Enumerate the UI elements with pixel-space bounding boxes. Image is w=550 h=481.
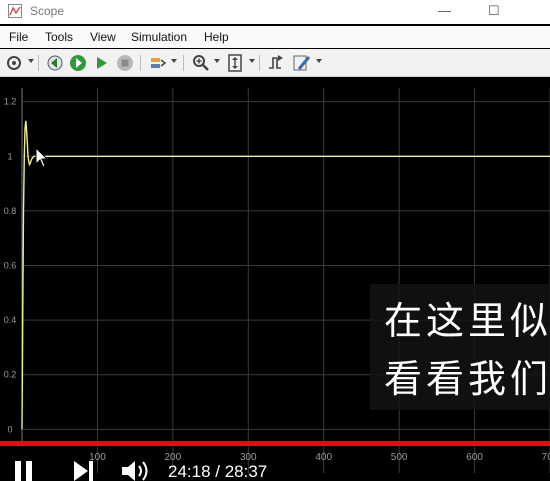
toolbar-separator: [183, 55, 184, 71]
toolbar-separator: [38, 55, 39, 71]
x-tick-label: 600: [466, 452, 483, 463]
menu-bar: File Tools View Simulation Help: [0, 26, 550, 48]
settings-icon[interactable]: [3, 52, 25, 74]
fit-icon[interactable]: [224, 52, 246, 74]
stop-icon[interactable]: [114, 52, 136, 74]
toolbar: [0, 49, 550, 77]
x-tick-label: 700: [542, 452, 550, 463]
menu-file[interactable]: File: [9, 30, 28, 44]
video-progress-bar[interactable]: [0, 441, 550, 446]
minimize-button[interactable]: —: [438, 3, 451, 18]
video-time: 24:18 / 28:37: [168, 462, 268, 481]
x-tick-label: 500: [391, 452, 408, 463]
y-tick-label: 1: [7, 151, 12, 161]
window-title: Scope: [30, 4, 65, 18]
volume-icon[interactable]: [120, 458, 154, 481]
mouse-cursor-icon: [35, 147, 49, 168]
scope-plot[interactable]: 10020030040050060070000.20.40.60.811.2: [0, 78, 550, 481]
x-tick-label: 400: [315, 452, 332, 463]
edit-icon[interactable]: [291, 52, 313, 74]
subtitle-line-1: 在这里似: [384, 299, 550, 343]
zoom-icon[interactable]: [190, 52, 212, 74]
next-video-icon[interactable]: [70, 458, 98, 481]
highlight-dropdown-icon[interactable]: [171, 59, 177, 63]
video-subtitle: 在这里似 看看我们: [370, 284, 550, 410]
menu-help[interactable]: Help: [204, 30, 229, 44]
zoom-dropdown-icon[interactable]: [214, 59, 220, 63]
title-bar: Scope — ☐: [0, 0, 550, 24]
run-icon[interactable]: [67, 52, 89, 74]
trigger-icon[interactable]: [265, 52, 287, 74]
settings-dropdown-icon[interactable]: [28, 59, 34, 63]
y-tick-label: 0.2: [4, 370, 17, 380]
subtitle-line-2: 看看我们: [384, 357, 550, 401]
pause-icon[interactable]: [12, 458, 38, 481]
step-back-icon[interactable]: [44, 52, 66, 74]
step-forward-icon[interactable]: [91, 52, 113, 74]
y-tick-label: 0.4: [4, 315, 17, 325]
menu-view[interactable]: View: [90, 30, 116, 44]
toolbar-separator: [259, 55, 260, 71]
maximize-button[interactable]: ☐: [488, 3, 500, 19]
menu-tools[interactable]: Tools: [45, 30, 73, 44]
scope-app-icon: [8, 4, 22, 18]
fit-dropdown-icon[interactable]: [249, 59, 255, 63]
toolbar-separator: [140, 55, 141, 71]
menu-simulation[interactable]: Simulation: [131, 30, 187, 44]
highlight-icon[interactable]: [147, 52, 169, 74]
y-tick-label: 0: [7, 424, 12, 434]
y-tick-label: 0.6: [4, 261, 17, 271]
y-tick-label: 0.8: [4, 206, 17, 216]
edit-dropdown-icon[interactable]: [316, 59, 322, 63]
y-tick-label: 1.2: [4, 97, 17, 107]
scope-chart[interactable]: 10020030040050060070000.20.40.60.811.2: [0, 78, 550, 481]
